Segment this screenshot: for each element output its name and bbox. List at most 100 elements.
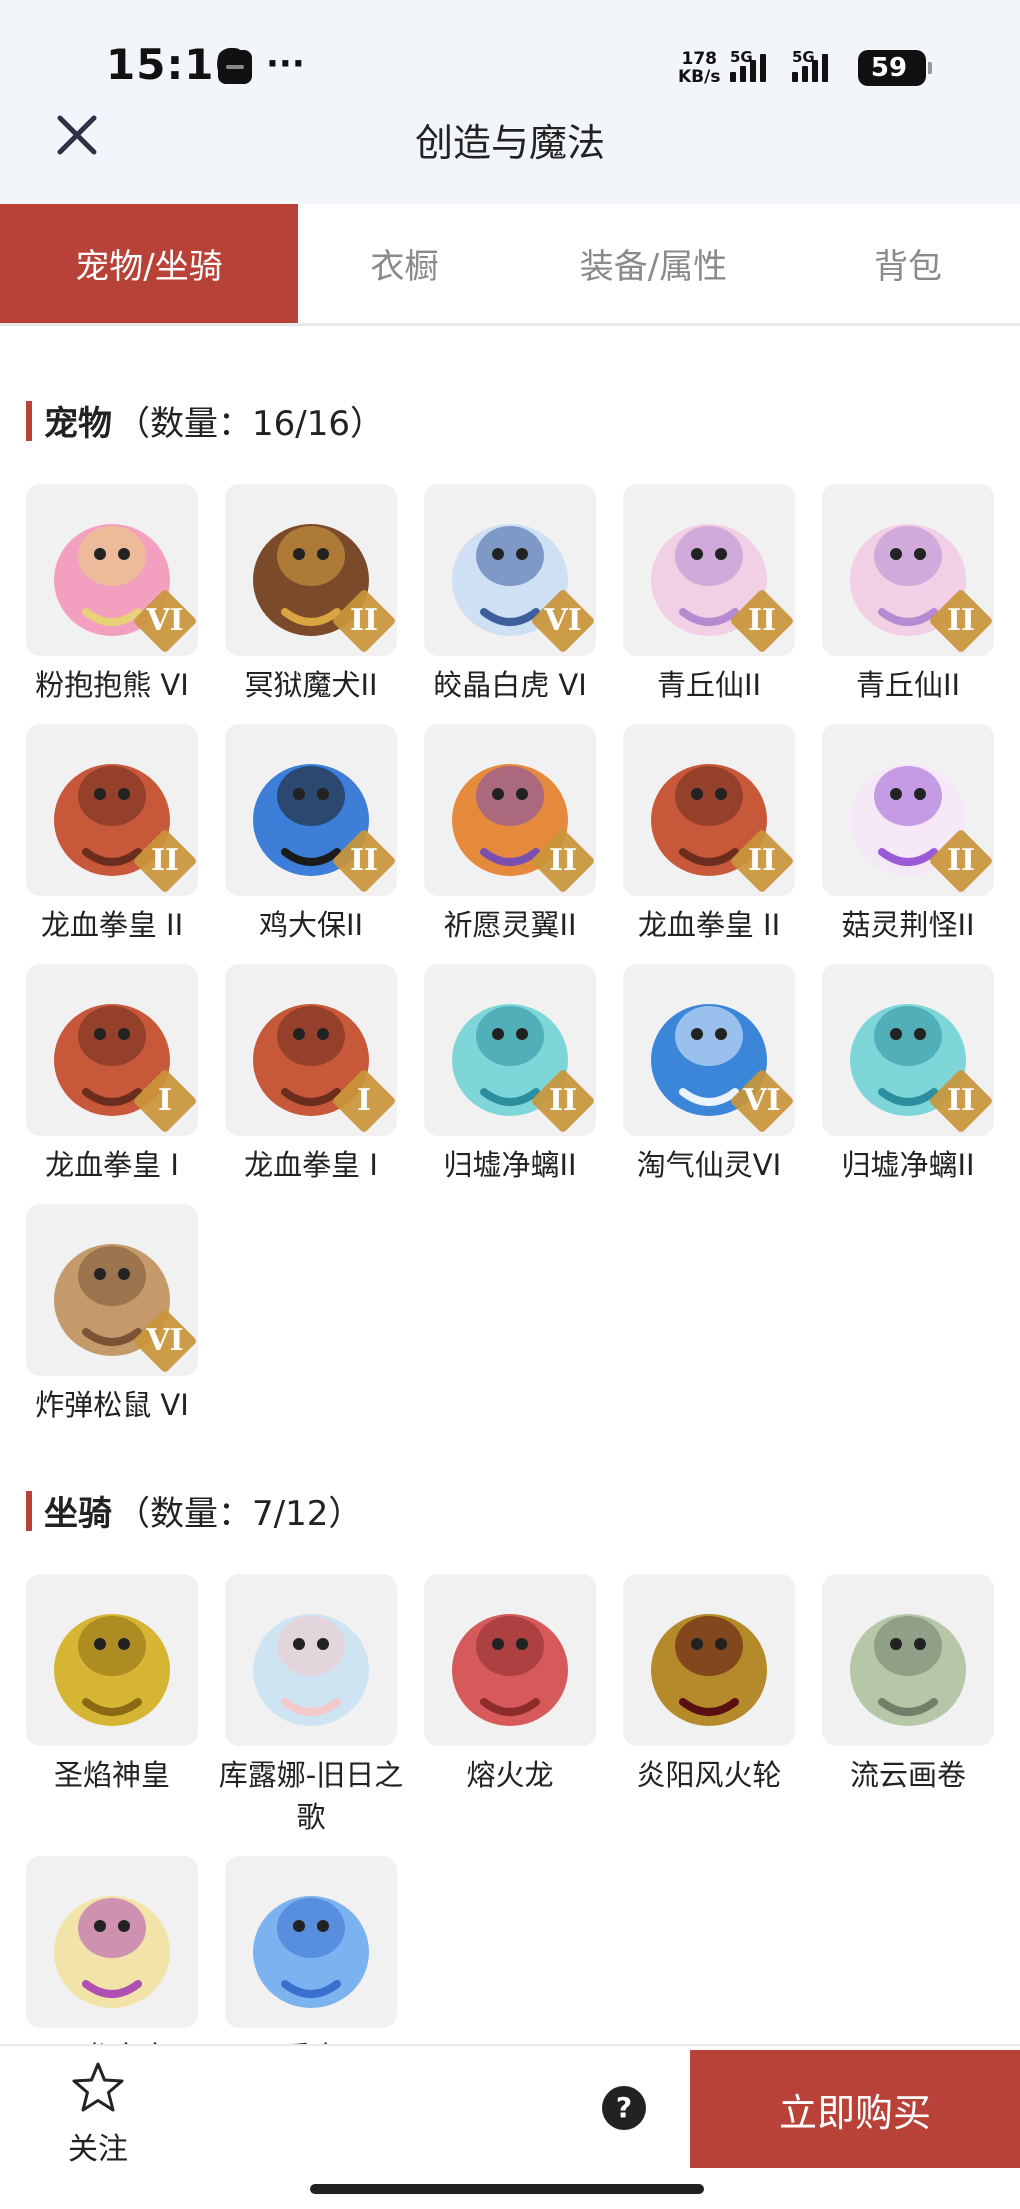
mounts-count: （数量：7/12） [116, 1494, 363, 1534]
pet-card[interactable]: II 归墟净螭II [424, 964, 596, 1186]
pet-name: 炸弹松鼠 VI [35, 1388, 189, 1422]
pet-name: 皎晶白虎 VI [433, 668, 587, 702]
mount-card[interactable]: 流云画卷 [822, 1574, 994, 1796]
tier-badge-text: I [157, 1083, 173, 1118]
tab-backpack[interactable]: 背包 [796, 204, 1020, 323]
tab-pets-mounts[interactable]: 宠物/坐骑 [0, 204, 298, 323]
fox-fairy-icon: II [822, 484, 994, 656]
pet-card[interactable]: VI 炸弹松鼠 VI [26, 1204, 198, 1426]
home-indicator [310, 2184, 704, 2194]
pet-name: 归墟净螭II [841, 1148, 975, 1182]
more-notifications-icon: ··· [266, 44, 305, 84]
pet-card[interactable]: II 龙血拳皇 II [623, 724, 795, 946]
pet-name: 归墟净螭II [443, 1148, 577, 1182]
tier-badge-text: II [548, 1083, 578, 1118]
pet-name: 龙血拳皇 II [637, 908, 781, 942]
pet-card[interactable]: II 归墟净螭II [822, 964, 994, 1186]
pet-card[interactable]: II 青丘仙II [623, 484, 795, 706]
tier-badge-text: II [747, 603, 777, 638]
tier-badge-text: II [548, 843, 578, 878]
pet-card[interactable]: II 龙血拳皇 II [26, 724, 198, 946]
recording-app-icon [218, 50, 252, 84]
pet-card[interactable]: I 龙血拳皇 I [225, 964, 397, 1186]
jellyfish-icon [225, 1856, 397, 2028]
pet-name: 鸡大保II [258, 908, 364, 942]
bomb-squirrel-icon: VI [26, 1204, 198, 1376]
tier-badge-text: I [356, 1083, 372, 1118]
tier-badge-text: II [946, 603, 976, 638]
tier-badge-text: II [349, 603, 379, 638]
tier-badge-text: II [150, 843, 180, 878]
status-bar: 15:16 ··· 178 KB/s 5G 5G 59 [0, 0, 1020, 120]
section-accent-bar [26, 400, 32, 441]
pet-name: 青丘仙II [656, 668, 762, 702]
baby-dragon-icon [26, 1856, 198, 2028]
pet-card[interactable]: VI 淘气仙灵VI [623, 964, 795, 1186]
tier-badge-text: II [349, 843, 379, 878]
pet-name: 祈愿灵翼II [443, 908, 577, 942]
mount-card[interactable]: 库露娜-旧日之歌 [219, 1574, 403, 1838]
pet-card[interactable]: VI 皎晶白虎 VI [424, 484, 596, 706]
section-accent-bar [26, 1490, 32, 1531]
pets-count: （数量：16/16） [116, 404, 384, 444]
tab-equipment-attributes[interactable]: 装备/属性 [511, 204, 796, 323]
pet-name: 龙血拳皇 I [45, 1148, 179, 1182]
help-icon[interactable]: ? [602, 2086, 646, 2130]
fox-fairy-icon: II [623, 484, 795, 656]
network-speed-value: 178 [681, 49, 717, 69]
buy-now-button[interactable]: 立即购买 [690, 2050, 1020, 2168]
follow-button[interactable]: 关注 [58, 2060, 138, 2168]
bottom-bar: 关注 ? 立即购买 [0, 2044, 1020, 2209]
pet-name: 龙血拳皇 II [40, 908, 184, 942]
tier-badge-text: VI [146, 1323, 184, 1358]
mount-name: 库露娜-旧日之歌 [218, 1758, 404, 1834]
fire-wheel-icon [623, 1574, 795, 1746]
spirit-eagle-icon: II [424, 724, 596, 896]
tier-badge-text: VI [544, 603, 582, 638]
battery-icon: 59 [858, 50, 932, 86]
mount-name: 熔火龙 [466, 1758, 554, 1792]
blue-puppy-icon: VI [623, 964, 795, 1136]
page-title: 创造与魔法 [414, 121, 605, 165]
dragon-boxer-icon: II [623, 724, 795, 896]
pet-name: 菇灵荆怪II [841, 908, 975, 942]
mount-name: 圣焰神皇 [53, 1758, 170, 1792]
mount-card[interactable]: 圣焰神皇 [26, 1574, 198, 1796]
pet-card[interactable]: II 青丘仙II [822, 484, 994, 706]
pets-title: 宠物 [44, 404, 112, 444]
network-speed: 178 KB/s [678, 50, 720, 86]
signal-2-label: 5G [792, 48, 815, 66]
dragon-boxer-icon: I [26, 964, 198, 1136]
red-dragon-icon [424, 1574, 596, 1746]
cloud-girl-icon [225, 1574, 397, 1746]
hell-dog-icon: II [225, 484, 397, 656]
mount-card[interactable]: 炎阳风火轮 [623, 1574, 795, 1796]
dragon-boxer-icon: II [26, 724, 198, 896]
pet-name: 冥狱魔犬II [244, 668, 378, 702]
signal-1-icon: 5G [730, 48, 766, 82]
tier-badge-text: II [946, 843, 976, 878]
network-speed-unit: KB/s [678, 67, 721, 87]
pet-card[interactable]: I 龙血拳皇 I [26, 964, 198, 1186]
pet-card[interactable]: II 菇灵荆怪II [822, 724, 994, 946]
tab-wardrobe[interactable]: 衣橱 [298, 204, 511, 323]
tab-bar: 宠物/坐骑 衣橱 装备/属性 背包 [0, 204, 1020, 326]
white-tiger-icon: VI [424, 484, 596, 656]
mount-card[interactable]: 熔火龙 [424, 1574, 596, 1796]
tier-badge-text: VI [743, 1083, 781, 1118]
follow-label: 关注 [68, 2132, 128, 2167]
tier-badge-text: II [747, 843, 777, 878]
pet-name: 粉抱抱熊 VI [35, 668, 189, 702]
signal-1-label: 5G [730, 48, 753, 66]
top-area: 15:16 ··· 178 KB/s 5G 5G 59 创造与魔法 [0, 0, 1020, 204]
cyan-dragon-icon: II [424, 964, 596, 1136]
pink-bear-icon: VI [26, 484, 198, 656]
mounts-title: 坐骑 [44, 1494, 112, 1534]
pet-name: 龙血拳皇 I [244, 1148, 378, 1182]
tier-badge-text: II [946, 1083, 976, 1118]
pet-card[interactable]: VI 粉抱抱熊 VI [26, 484, 198, 706]
tier-badge-text: VI [146, 603, 184, 638]
pet-card[interactable]: II 冥狱魔犬II [225, 484, 397, 706]
pet-card[interactable]: II 鸡大保II [225, 724, 397, 946]
pet-card[interactable]: II 祈愿灵翼II [424, 724, 596, 946]
